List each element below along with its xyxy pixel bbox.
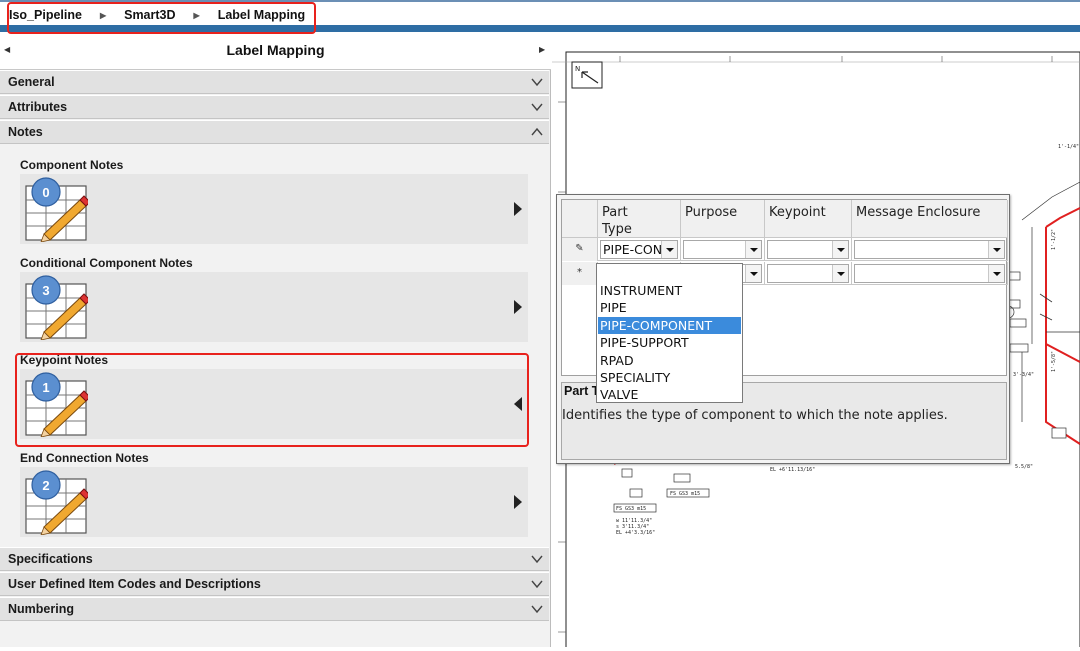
collapse-left-icon[interactable] [513, 396, 523, 412]
note-count: 0 [42, 185, 49, 200]
dimension-label: 1'-1/2" [1051, 229, 1057, 250]
chevron-down-icon [531, 580, 543, 589]
expand-right-icon[interactable] [513, 299, 523, 315]
dimension-label: 5.5/8" [1015, 464, 1033, 470]
note-group-end-connection: End Connection Notes 2 [20, 451, 530, 537]
notes-table-pencil-icon: 1 [25, 372, 88, 437]
section-label: Numbering [8, 602, 74, 616]
cell-message-enclosure [852, 262, 1008, 285]
section-numbering[interactable]: Numbering [0, 597, 549, 621]
note-card-keypoint[interactable]: 1 [20, 369, 528, 439]
notes-table-pencil-icon: 0 [25, 177, 88, 242]
note-title: Conditional Component Notes [20, 256, 193, 270]
column-header-message-enclosure[interactable]: Message Enclosure [852, 200, 1008, 238]
dropdown-arrow-icon[interactable] [832, 241, 848, 258]
description-title: Part T [564, 384, 600, 398]
section-label: Notes [8, 125, 43, 139]
note-group-conditional-component: Conditional Component Notes 3 [20, 256, 530, 342]
expand-right-icon[interactable]: ▶ [539, 45, 545, 54]
dropdown-option-instrument[interactable]: INSTRUMENT [598, 282, 741, 299]
section-general[interactable]: General [0, 70, 549, 94]
dropdown-arrow-icon[interactable] [832, 265, 848, 282]
expand-right-icon[interactable] [513, 201, 523, 217]
label-mapping-pane: ◀ Label Mapping ▶ General Attributes Not… [0, 32, 551, 647]
note-count: 1 [42, 380, 49, 395]
dropdown-option-pipe-support[interactable]: PIPE-SUPPORT [598, 334, 741, 351]
expand-right-icon[interactable] [513, 494, 523, 510]
note-group-component: Component Notes 0 [20, 158, 530, 244]
note-card-conditional-component[interactable]: 3 [20, 272, 528, 342]
section-label: Attributes [8, 100, 68, 114]
pane-header: ◀ Label Mapping ▶ [0, 32, 551, 70]
note-count: 3 [42, 283, 49, 298]
note-group-keypoint: Keypoint Notes 1 [20, 353, 530, 439]
north-label: N [575, 65, 580, 73]
dropdown-arrow-icon[interactable] [745, 265, 761, 282]
dropdown-arrow-icon[interactable] [988, 241, 1004, 258]
part-type-select[interactable]: PIPE-CON [600, 240, 678, 259]
note-title: End Connection Notes [20, 451, 149, 465]
support-label: FS GS3 m15 [670, 491, 700, 497]
table-row: ✎ PIPE-CON [562, 238, 1008, 261]
dimension-label: 1'-5/8" [1051, 351, 1057, 372]
dimension-label: 1'-1/4" [1058, 144, 1079, 150]
keypoint-select[interactable] [767, 264, 849, 283]
chevron-down-icon [531, 555, 543, 564]
chevron-down-icon [531, 605, 543, 614]
description-text: Identifies the type of component to whic… [562, 408, 948, 423]
column-header-keypoint[interactable]: Keypoint [765, 200, 852, 238]
dropdown-option-pipe-component[interactable]: PIPE-COMPONENT [598, 317, 741, 334]
part-type-value: PIPE-CON [603, 242, 661, 257]
cell-keypoint [765, 262, 852, 285]
chevron-down-icon [531, 103, 543, 112]
annotation-highlight-breadcrumb [7, 2, 316, 34]
section-label: Specifications [8, 552, 93, 566]
message-enclosure-select[interactable] [854, 264, 1005, 283]
dropdown-option-rpad[interactable]: RPAD [598, 352, 741, 369]
column-header-part-type[interactable]: Part Type [598, 200, 681, 238]
note-title: Component Notes [20, 158, 124, 172]
grid-corner [562, 200, 598, 238]
dropdown-arrow-icon[interactable] [661, 241, 677, 258]
dimension-label: 3'-3/4" [1013, 372, 1034, 378]
dropdown-option-valve[interactable]: VALVE [598, 386, 741, 403]
dropdown-arrow-icon[interactable] [988, 265, 1004, 282]
note-card-component[interactable]: 0 [20, 174, 528, 244]
section-notes[interactable]: Notes [0, 120, 549, 144]
column-header-purpose[interactable]: Purpose [681, 200, 765, 238]
note-title: Keypoint Notes [20, 353, 109, 367]
note-card-end-connection[interactable]: 2 [20, 467, 528, 537]
notes-table-pencil-icon: 3 [25, 275, 88, 340]
cell-purpose [681, 238, 765, 261]
pane-title: Label Mapping [226, 42, 325, 58]
section-label: User Defined Item Codes and Descriptions [8, 577, 261, 591]
message-enclosure-select[interactable] [854, 240, 1005, 259]
support-label: FS GS3 m15 [616, 506, 646, 512]
dropdown-option-speciality[interactable]: SPECIALITY [598, 369, 741, 386]
section-attributes[interactable]: Attributes [0, 95, 549, 119]
purpose-select[interactable] [683, 240, 762, 259]
elevation-label: EL +6'11.13/16" [770, 467, 815, 473]
section-specifications[interactable]: Specifications [0, 547, 549, 571]
section-user-defined-item-codes[interactable]: User Defined Item Codes and Descriptions [0, 572, 549, 596]
dropdown-option-pipe[interactable]: PIPE [598, 299, 741, 316]
notes-table-pencil-icon: 2 [25, 470, 88, 535]
chevron-down-icon [531, 78, 543, 87]
note-count: 2 [42, 478, 49, 493]
elevation-label: EL +4'3.3/16" [616, 530, 655, 536]
cell-message-enclosure [852, 238, 1008, 261]
dropdown-arrow-icon[interactable] [745, 241, 761, 258]
section-label: General [8, 75, 55, 89]
chevron-up-icon [531, 127, 543, 136]
row-edit-marker[interactable]: ✎ [562, 238, 598, 261]
new-row-marker[interactable]: * [562, 262, 598, 285]
cell-part-type: PIPE-CON [598, 238, 681, 261]
part-type-dropdown-list: INSTRUMENT PIPE PIPE-COMPONENT PIPE-SUPP… [596, 263, 743, 403]
keypoint-select[interactable] [767, 240, 849, 259]
cell-keypoint [765, 238, 852, 261]
